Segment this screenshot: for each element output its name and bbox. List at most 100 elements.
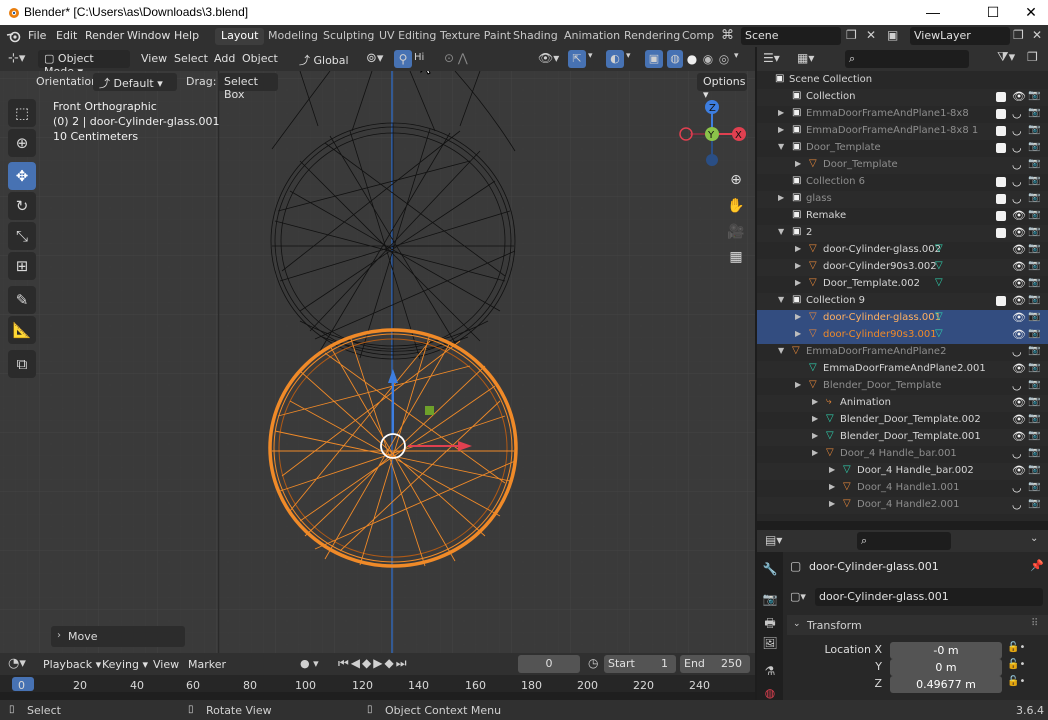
select-box-tool[interactable]: ⬚ [8,99,36,127]
camera-render-icon[interactable]: 📷 [1028,107,1040,118]
add-cube-tool[interactable]: ⧉ [8,350,36,378]
camera-render-icon[interactable]: 📷 [1028,498,1040,509]
menu-edit[interactable]: Edit [56,29,77,42]
proportional-edit-icon[interactable]: ⊙ ⋀ [444,51,468,65]
properties-search-input[interactable]: ⌕ [857,532,951,550]
outliner-row[interactable]: ▶ ▣ glass ◡ 📷 [757,191,1048,208]
outliner-row[interactable]: ▶ ▽ door-Cylinder-glass.002 ▽ 👁 📷 [757,242,1048,259]
menu-render[interactable]: Render [85,29,124,42]
orientation-dropdown[interactable]: ⤴ Default ▾ [93,73,177,91]
expand-arrow-icon[interactable]: ▶ [795,278,801,287]
camera-icon[interactable]: 🎥 [724,220,748,244]
hand-icon[interactable]: ✋ [724,194,748,218]
camera-render-icon[interactable]: 📷 [1028,413,1040,424]
exclude-checkbox[interactable] [996,296,1006,306]
outliner-row[interactable]: ▶ ▽ door-Cylinder90s3.002 ▽ 👁 📷 [757,259,1048,276]
camera-render-icon[interactable]: 📷 [1028,175,1040,186]
rendered-shading-icon[interactable]: ◎ [716,50,732,68]
rotate-tool[interactable]: ↻ [8,192,36,220]
expand-arrow-icon[interactable]: ▶ [795,244,801,253]
display-mode-icon[interactable]: ▦▾ [797,51,814,65]
scene-tab-icon[interactable]: ⚗ [762,664,778,680]
tool-tab-icon[interactable]: 🔧 [762,562,778,578]
render-tab-icon[interactable]: 📷 [762,592,778,608]
exclude-checkbox[interactable] [996,143,1006,153]
eye-icon[interactable]: 👁 [1012,243,1026,256]
current-frame-field[interactable]: 0 [518,655,580,673]
outliner-editor-icon[interactable]: ☰▾ [763,51,780,65]
outliner-row[interactable]: ▼ ▣ 2 👁 📷 [757,225,1048,242]
menu-help[interactable]: Help [174,29,199,42]
outliner-row[interactable]: ▼ ▽ EmmaDoorFrameAndPlane2 ◡ 📷 [757,344,1048,361]
zoom-icon[interactable]: ⊕ [724,168,748,192]
scene-icon[interactable]: ⌘ [721,28,734,43]
mode-dropdown[interactable]: ▢ Object Mode ▾ [38,50,130,78]
outliner-tree[interactable]: ▣ Scene Collection ▣ Collection 👁 📷 ▶ ▣ EmmaDoor… [757,71,1048,521]
menu-object[interactable]: Object [242,52,278,65]
drag-dropdown[interactable]: Select Box [218,73,278,101]
tab-texture-paint[interactable]: Texture Paint [434,28,517,45]
eye-icon[interactable]: ◡ [1012,175,1022,188]
eye-icon[interactable]: 👁 [1012,396,1026,409]
expand-arrow-icon[interactable]: ▼ [778,227,784,236]
outliner-row[interactable]: ▶ ⤷ Animation 👁 📷 [757,395,1048,412]
tab-uv-editing[interactable]: UV Editing [373,28,442,45]
new-view-layer-icon[interactable]: ❐ [1013,28,1024,42]
expand-arrow-icon[interactable]: ▶ [795,380,801,389]
outliner-row[interactable]: ▣ Collection 👁 📷 [757,89,1048,106]
view-layer-tab-icon[interactable]: 🖼 [762,636,778,652]
outliner-row[interactable]: ▣ Collection 6 ◡ 📷 [757,174,1048,191]
outliner-row[interactable]: ▣ Remake 👁 📷 [757,208,1048,225]
camera-render-icon[interactable]: 📷 [1028,243,1040,254]
overlay-dropdown-icon[interactable]: ▾ [626,51,631,61]
options-dropdown[interactable]: Options ▾ [697,73,747,101]
outliner-row[interactable]: ▶ ▣ EmmaDoorFrameAndPlane1-8x8 ◡ 📷 [757,106,1048,123]
camera-render-icon[interactable]: 📷 [1028,124,1040,135]
exclude-checkbox[interactable] [996,194,1006,204]
object-data-icon[interactable]: ▢▾ [790,590,806,603]
eye-icon[interactable]: 👁 [1012,294,1026,307]
drag-handle-icon[interactable]: ⠿ [1031,618,1038,629]
eye-icon[interactable]: 👁 [1012,260,1026,273]
outliner-row[interactable]: ▶ ▽ Door_4 Handle2.001 ◡ 📷 [757,497,1048,514]
camera-render-icon[interactable]: 📷 [1028,209,1040,220]
eye-icon[interactable]: ◡ [1012,141,1022,154]
filter-icon[interactable]: ⧩▾ [997,50,1015,65]
eye-icon[interactable]: ◡ [1012,498,1022,511]
camera-render-icon[interactable]: 📷 [1028,260,1040,271]
camera-render-icon[interactable]: 📷 [1028,311,1040,322]
gizmo-toggle-icon[interactable]: ⇱ [568,50,586,68]
eye-icon[interactable]: 👁 [1012,226,1026,239]
camera-render-icon[interactable]: 📷 [1028,464,1040,475]
outliner-row[interactable]: ▣ Scene Collection [757,72,1048,89]
camera-render-icon[interactable]: 📷 [1028,277,1040,288]
expand-arrow-icon[interactable]: ▼ [778,346,784,355]
eye-icon[interactable]: ◡ [1012,192,1022,205]
view-layer-icon[interactable]: ▣ [887,28,898,42]
eye-icon[interactable]: ◡ [1012,379,1022,392]
eye-icon[interactable]: 👁 [1012,209,1026,222]
outliner-row[interactable]: ▼ ▣ Door_Template ◡ 📷 [757,140,1048,157]
expand-arrow-icon[interactable]: ▶ [778,193,784,202]
eye-icon[interactable]: 👁 [1012,362,1026,375]
outliner-row[interactable]: ▶ ▣ EmmaDoorFrameAndPlane1-8x8 1 ◡ 📷 [757,123,1048,140]
minimize-button[interactable]: — [910,0,956,25]
expand-arrow-icon[interactable]: ▼ [778,142,784,151]
eye-icon[interactable]: ◡ [1012,124,1022,137]
editor-type-icon[interactable]: ⊹▾ [8,51,25,66]
expand-arrow-icon[interactable]: ▶ [795,159,801,168]
scale-tool[interactable]: ⤡ [8,222,36,250]
eye-icon[interactable]: 👁 [1012,311,1026,324]
camera-render-icon[interactable]: 📷 [1028,481,1040,492]
outliner-row[interactable]: ▶ ▽ Blender_Door_Template ◡ 📷 [757,378,1048,395]
tab-shading[interactable]: Shading [507,28,564,45]
eye-icon[interactable]: 👁 [1012,413,1026,426]
eye-icon[interactable]: ◡ [1012,447,1022,460]
eye-icon[interactable]: ◡ [1012,107,1022,120]
menu-window[interactable]: Window [127,29,170,42]
eye-icon[interactable]: 👁 [1012,464,1026,477]
expand-arrow-icon[interactable]: ▶ [812,431,818,440]
clock-icon[interactable]: ◷ [588,656,598,670]
camera-render-icon[interactable]: 📷 [1028,294,1040,305]
expand-arrow-icon[interactable]: ▶ [812,397,818,406]
